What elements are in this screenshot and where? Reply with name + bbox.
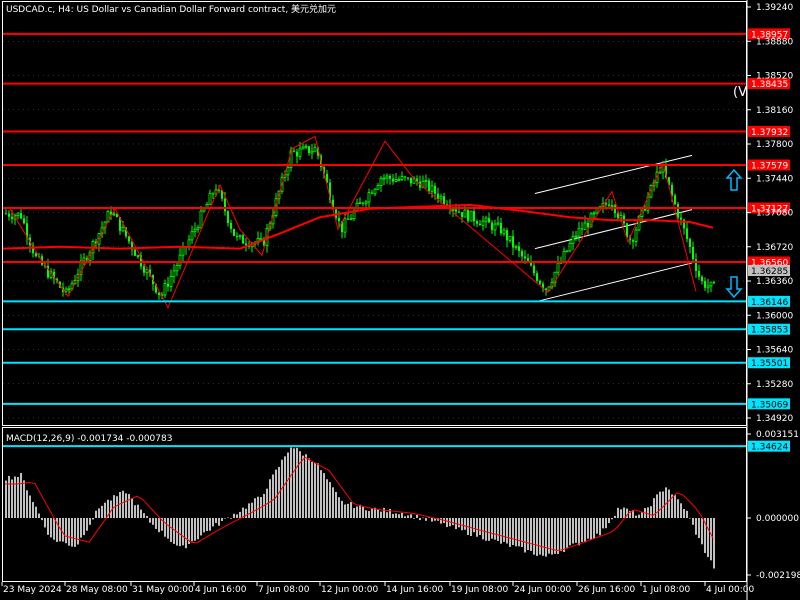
date-tick-label: 23 May 2024: [3, 585, 62, 595]
price-tick-label: 1.34920: [756, 414, 793, 424]
support-level-label: 1.35069: [751, 400, 788, 410]
current-price-marker: 1.36285: [748, 265, 790, 277]
price-tick-label: 1.35280: [756, 380, 793, 390]
macd-indicator: 0.003151 0.000000 -0.002198: [5, 430, 800, 581]
price-tick-label: 1.36720: [756, 243, 793, 253]
date-tick-label: 28 May 08:00: [66, 585, 128, 595]
current-price-label: 1.36285: [751, 267, 788, 277]
date-tick-label: 19 Jun 08:00: [451, 585, 508, 595]
date-tick-label: 26 Jun 16:00: [578, 585, 635, 595]
zigzag-line: [9, 135, 697, 309]
macd-tick-label: -0.002198: [756, 571, 800, 581]
resistance-level-label: 1.37579: [751, 162, 788, 172]
price-tick-label: 1.38880: [756, 37, 793, 47]
price-tick-label: 1.38520: [756, 72, 793, 82]
resistance-level-label: 1.37932: [751, 128, 788, 138]
macd-label: MACD(12,26,9) -0.001734 -0.000783: [6, 434, 172, 444]
date-tick-label: 31 May 00:00: [132, 585, 194, 595]
date-tick-label: 24 Jun 00:00: [514, 585, 571, 595]
date-axis: 23 May 2024 28 May 08:00 31 May 00:00 4 Jun…: [1, 582, 755, 595]
macd-tick-label: 0.000000: [756, 514, 799, 524]
date-tick-label: 1 Jul 08:00: [642, 585, 691, 595]
date-tick-label: 4 Jul 00:00: [706, 585, 755, 595]
price-tick-label: 1.35640: [756, 346, 793, 356]
price-tick-label: 1.36360: [756, 277, 793, 287]
price-tick-label: 1.39240: [756, 3, 793, 13]
arrow-up-icon[interactable]: [725, 168, 743, 191]
date-tick-label: 4 Jun 16:00: [195, 585, 247, 595]
date-tick-label: 12 Jun 00:00: [321, 585, 378, 595]
price-tick-label: 1.37440: [756, 174, 793, 184]
price-chart[interactable]: 1.389571.384351.379321.375791.371271.365…: [0, 0, 800, 600]
chart-title: USDCAD.c, H4: US Dollar vs Canadian Doll…: [6, 3, 336, 15]
date-tick-label: 14 Jun 16:00: [386, 585, 443, 595]
resistance-level-label: 1.38435: [751, 80, 788, 90]
support-level-label: 1.36146: [751, 298, 788, 308]
price-tick-label: 1.36000: [756, 311, 793, 321]
arrow-down-icon[interactable]: [725, 276, 743, 299]
price-tick-label: 1.37800: [756, 140, 793, 150]
support-level-label: 1.34624: [751, 443, 788, 453]
support-level-label: 1.35501: [751, 359, 788, 369]
support-level-label: 1.35853: [751, 326, 788, 336]
moving-average: [2, 203, 714, 250]
macd-tick-label: 0.003151: [756, 430, 799, 440]
price-tick-label: 1.37080: [756, 209, 793, 219]
date-tick-label: 7 Jun 08:00: [258, 585, 310, 595]
script-marker-label: (V: [733, 85, 747, 100]
price-tick-label: 1.38160: [756, 106, 793, 116]
level-lines[interactable]: 1.389571.384351.379321.375791.371271.365…: [3, 28, 790, 453]
